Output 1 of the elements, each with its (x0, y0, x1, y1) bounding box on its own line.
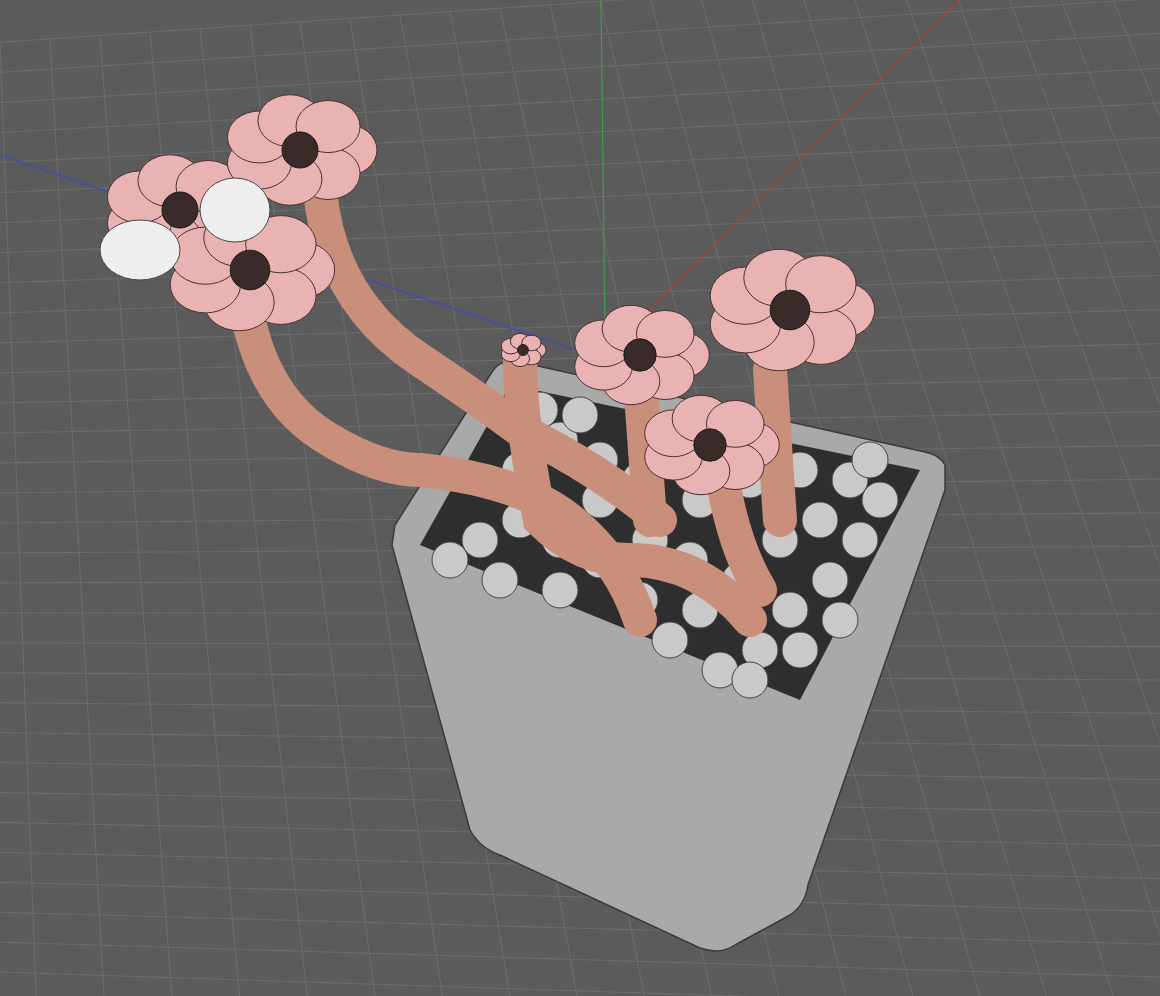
viewport[interactable] (0, 0, 1160, 996)
